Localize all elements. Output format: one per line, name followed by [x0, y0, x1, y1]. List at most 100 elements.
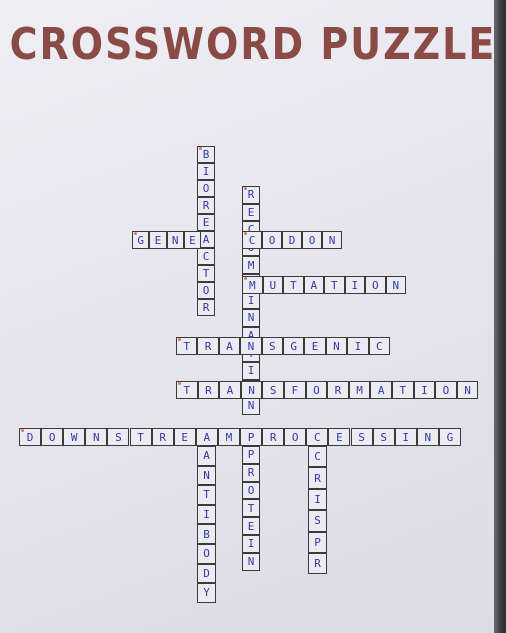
grid-letter: R [247, 466, 255, 480]
grid-letter: I [314, 492, 321, 506]
clue-start-marker [244, 277, 247, 280]
grid-letter: I [247, 537, 255, 551]
grid-cell-recombination-2: E [242, 203, 260, 222]
grid-letter: T [137, 430, 144, 444]
clue-start-marker [178, 338, 181, 341]
grid-letter: R [314, 557, 321, 571]
clue-start-marker [21, 429, 24, 432]
grid-letter: S [268, 339, 276, 353]
grid-cell-codon-1: C [242, 231, 262, 249]
grid-letter: I [247, 293, 255, 307]
grid-letter: S [358, 430, 365, 444]
grid-letter: T [330, 278, 338, 292]
grid-letter: P [247, 448, 255, 462]
grid-cell-transgenic-9: I [347, 337, 369, 355]
grid-cell-bioreactor-4: R [197, 197, 215, 214]
clue-start-marker [134, 232, 137, 235]
grid-cell-protein-4: T [242, 499, 260, 518]
grid-letter: N [424, 430, 432, 444]
grid-letter: R [204, 339, 212, 353]
grid-cell-mutation-5: T [324, 276, 345, 294]
grid-cell-antibody-7: D [197, 563, 216, 584]
grid-cell-transgenic-8: N [325, 337, 348, 355]
grid-cell-transgenic-2: R [197, 337, 219, 355]
grid-letter: A [377, 383, 385, 397]
grid-cell-recombination-11: I [242, 362, 260, 380]
grid-cell-codon-4: O [302, 231, 322, 249]
grid-letter: R [334, 383, 342, 397]
grid-cell-downstreamprocessing-20: G [438, 428, 461, 446]
grid-letter: O [291, 430, 299, 444]
grid-cell-mutation-7: O [365, 276, 386, 294]
grid-letter: T [202, 267, 210, 280]
grid-cell-downstreamprocessing-19: N [416, 428, 439, 446]
grid-cell-antibody-3: T [197, 485, 216, 505]
grid-cell-transformation-3: A [219, 381, 241, 399]
grid-cell-transformation-1: T [176, 381, 198, 399]
page-title: CROSSWORD PUZZLE [9, 18, 497, 70]
grid-letter: C [314, 430, 321, 444]
grid-cell-downstreamprocessing-17: S [372, 428, 395, 446]
grid-letter: E [336, 430, 343, 444]
grid-letter: O [48, 430, 56, 444]
grid-cell-transformation-10: A [370, 381, 392, 399]
grid-cell-transformation-5: S [262, 381, 284, 399]
grid-cell-gene-3: N [166, 231, 184, 249]
grid-cell-downstreamprocessing-11: P [240, 428, 263, 446]
grid-cell-crispr-4: S [308, 510, 327, 532]
grid-cell-crispr-1: C [308, 446, 327, 468]
grid-cell-antibody-8: Y [197, 583, 216, 603]
grid-cell-crispr-3: I [308, 488, 327, 511]
grid-cell-downstreamprocessing-15: E [328, 428, 351, 446]
grid-letter: E [247, 205, 255, 219]
grid-letter: C [314, 450, 321, 464]
grid-cell-transformation-4: N [240, 381, 263, 399]
grid-letter: B [203, 527, 210, 541]
grid-letter: W [70, 430, 78, 444]
grid-cell-gene-2: E [149, 231, 167, 249]
grid-cell-downstreamprocessing-5: S [107, 428, 130, 446]
grid-letter: S [380, 430, 387, 444]
grid-letter: O [268, 233, 276, 247]
grid-cell-crispr-6: R [308, 553, 327, 575]
grid-cell-bioreactor-3: O [197, 180, 215, 197]
grid-letter: M [225, 430, 233, 444]
grid-letter: T [203, 488, 210, 502]
grid-letter: N [247, 339, 255, 353]
grid-cell-downstreamprocessing-18: I [394, 428, 417, 446]
grid-letter: O [313, 383, 320, 397]
grid-cell-transformation-9: M [348, 381, 371, 399]
grid-letter: I [354, 339, 362, 353]
grid-cell-bioreactor-1: B [197, 146, 215, 163]
grid-cell-transgenic-3: A [218, 337, 241, 355]
grid-cell-crispr-5: P [308, 531, 327, 553]
grid-letter: M [247, 258, 255, 272]
grid-cell-protein-6: I [242, 535, 260, 553]
grid-letter: E [154, 233, 162, 247]
grid-letter: A [226, 383, 234, 397]
grid-letter: O [203, 547, 210, 561]
grid-cell-gene-1: G [132, 231, 150, 249]
grid-letter: A [203, 430, 211, 444]
grid-letter: C [202, 250, 210, 263]
grid-cell-antibody-6: O [197, 544, 216, 564]
grid-letter: P [247, 430, 255, 444]
grid-cell-transgenic-6: G [283, 337, 305, 355]
grid-letter: O [442, 383, 450, 397]
grid-cell-downstreamprocessing-7: R [151, 428, 174, 446]
grid-cell-mutation-3: T [283, 276, 304, 294]
grid-letter: O [202, 182, 210, 195]
grid-cell-transformation-7: O [305, 381, 328, 399]
grid-letter: O [247, 483, 255, 497]
grid-letter: S [269, 383, 277, 397]
grid-letter: I [402, 430, 410, 444]
grid-letter: F [291, 383, 299, 397]
grid-cell-protein-7: N [242, 552, 260, 571]
grid-letter: G [290, 339, 297, 353]
grid-cell-transgenic-1: T [176, 337, 198, 355]
grid-cell-antibody-2: N [197, 465, 216, 486]
grid-cell-antibody-5: B [197, 524, 216, 544]
grid-cell-codon-5: N [322, 231, 342, 249]
grid-cell-bioreactor-10: R [197, 299, 215, 316]
grid-letter: S [115, 430, 122, 444]
